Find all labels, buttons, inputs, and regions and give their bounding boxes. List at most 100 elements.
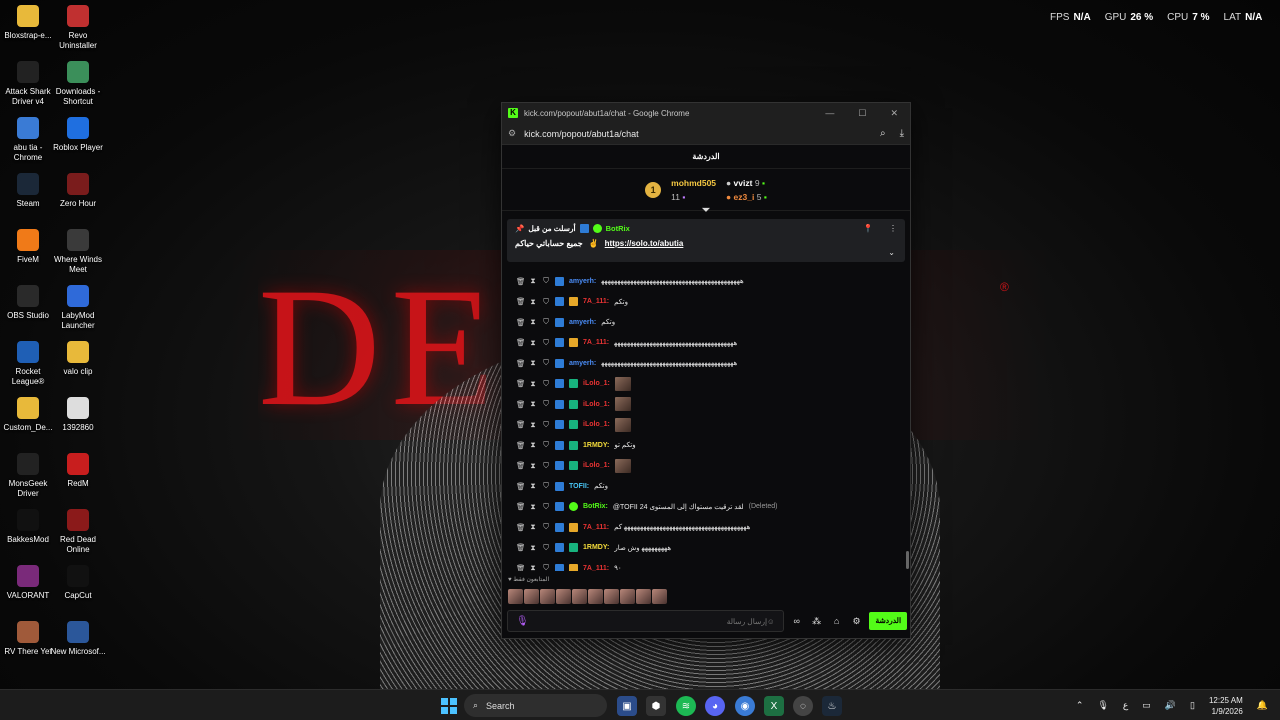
desktop-icon[interactable]: valo clip [50,341,106,377]
avatar[interactable] [636,589,651,604]
chat-message[interactable]: 🗑 ⧗ ⛉ TOFII: وتكم [502,476,906,497]
collapse-filter-icon[interactable]: ⏷ [702,205,710,216]
desktop-icon[interactable]: VALORANT [0,565,56,601]
chat-username[interactable]: 7A_111: [583,524,609,531]
desktop-icon[interactable]: Attack Shark Driver v4 [0,61,56,107]
desktop-icon[interactable]: abu tia - Chrome [0,117,56,163]
chat-username[interactable]: TOFII: [569,483,589,490]
language-indicator[interactable]: ع [1123,700,1128,711]
minimize-icon[interactable]: — [825,108,834,119]
network-icon[interactable]: ▭ [1142,700,1151,711]
chat-message[interactable]: 🗑 ⧗ ⛉ iLolo_1: [502,415,906,436]
leader-third[interactable]: ● ez3_i 5 ▪ [726,192,767,202]
settings-icon[interactable]: ⚙ [850,616,864,627]
chat-message[interactable]: 🗑 ⧗ ⛉ 1RMDY: وتكم تو [502,435,906,456]
desktop-icon[interactable]: MonsGeek Driver [0,453,56,499]
chat-input[interactable]: ☺ إرسال رسالة 🎙 [507,610,784,632]
chat-username[interactable]: amyerh: [569,360,596,367]
chat-username[interactable]: iLolo_1: [583,380,610,387]
desktop-icon[interactable]: Red Dead Online [50,509,106,555]
chat-username[interactable]: 1RMDY: [583,442,609,449]
chat-message[interactable]: 🗑 ⧗ ⛉ amyerh: وتكم [502,312,906,333]
avatar[interactable] [556,589,571,604]
desktop-icon[interactable]: Roblox Player [50,117,106,153]
download-icon[interactable]: ⤓ [900,128,904,139]
chat-scrollbar[interactable] [906,551,909,569]
chat-message[interactable]: 🗑 ⧗ ⛉ amyerh: ﻫﻬﻬﻬﻬﻬﻬﻬﻬﻬﻬﻬﻬﻬﻬﻬﻬﻬﻬﻬﻬﻬﻬﻬﻬﻬﻬﻬﻬﻬ… [502,353,906,374]
emoji-icon[interactable]: ☺ [767,617,775,626]
chat-message[interactable]: 🗑 ⧗ ⛉ amyerh: ﻫﻬﻬﻬﻬﻬﻬﻬﻬﻬﻬﻬﻬﻬﻬﻬﻬﻬﻬﻬﻬﻬﻬﻬﻬﻬﻬﻬﻬﻬ… [502,271,906,292]
unpin-icon[interactable]: 📍 [863,224,873,233]
chat-message[interactable]: 🗑 ⧗ ⛉ BotRix: @TOFII 24 لقد ترقيت مستواك إلى… [502,497,906,518]
desktop-icon[interactable]: Downloads - Shortcut [50,61,106,107]
close-icon[interactable]: ✕ [890,108,898,119]
window-titlebar[interactable]: K kick.com/popout/abut1a/chat - Google C… [502,103,910,123]
send-chat-button[interactable]: الدردشة [869,612,908,630]
share-icon[interactable]: ⁂ [810,616,824,627]
chat-username[interactable]: 1RMDY: [583,544,609,551]
avatar[interactable] [652,589,667,604]
desktop-icon[interactable]: OBS Studio [0,285,56,321]
desktop-icon[interactable]: 1392860 [50,397,106,433]
cube-app-icon[interactable]: ⬢ [646,696,666,716]
pinned-link[interactable]: https://solo.to/abutia [605,239,684,248]
zoom-search-icon[interactable]: ⌕ [880,128,886,139]
windows-start-icon[interactable] [439,696,459,716]
desktop-icon[interactable]: RedM [50,453,106,489]
avatar[interactable] [508,589,523,604]
desktop-icon[interactable]: Revo Uninstaller [50,5,106,51]
desktop-icon[interactable]: CapCut [50,565,106,601]
app-launcher-icon[interactable]: ▣ [617,696,637,716]
avatar[interactable] [588,589,603,604]
chat-username[interactable]: 7A_111: [583,565,609,571]
active-app-icon[interactable]: ◌ [793,696,813,716]
address-bar[interactable]: ⚙ kick.com/popout/abut1a/chat ⌕ ⤓ [502,123,910,145]
chat-message[interactable]: 🗑 ⧗ ⛉ iLolo_1: [502,456,906,477]
chevron-down-icon[interactable]: ⌄ [888,248,895,257]
desktop-icon[interactable]: Zero Hour [50,173,106,209]
microphone-icon[interactable]: 🎙 [516,616,529,627]
chat-message[interactable]: 🗑 ⧗ ⛉ 7A_111: ﻫﻬﻬﻬﻬﻬﻬﻬﻬﻬﻬﻬﻬﻬﻬﻬﻬﻬﻬﻬﻬﻬﻬﻬﻬﻬﻬﻬﻬﻬ… [502,333,906,354]
desktop-icon[interactable]: FiveM [0,229,56,265]
chat-message[interactable]: 🗑 ⧗ ⛉ 7A_111: ﻫﻬﻬﻬﻬﻬﻬﻬﻬﻬﻬﻬﻬﻬﻬﻬﻬﻬﻬﻬﻬﻬﻬﻬﻬﻬﻬﻬﻬﻬ… [502,517,906,538]
avatar[interactable] [620,589,635,604]
microphone-tray-icon[interactable]: 🎙 [1097,700,1108,711]
chat-username[interactable]: amyerh: [569,278,596,285]
desktop-icon[interactable]: Bloxstrap-e... [0,5,56,41]
avatar[interactable] [604,589,619,604]
desktop-icon[interactable]: Where Winds Meet [50,229,106,275]
steam-taskbar-icon[interactable]: ♨ [822,696,842,716]
desktop-icon[interactable]: Custom_De... [0,397,56,433]
chat-message[interactable]: 🗑 ⧗ ⛉ 7A_111: وتكم [502,292,906,313]
leader-second[interactable]: ● vvizt 9 ▪ [726,178,767,188]
chat-message[interactable]: 🗑 ⧗ ⛉ iLolo_1: [502,394,906,415]
battery-icon[interactable]: ▯ [1190,700,1195,711]
url-text[interactable]: kick.com/popout/abut1a/chat [524,129,639,139]
chat-message[interactable]: 🗑 ⧗ ⛉ 7A_111: ٩٠ [502,558,906,571]
desktop-icon[interactable]: New Microsof... [50,621,106,657]
desktop-icon[interactable]: RV There Yet [0,621,56,657]
excel-icon[interactable]: X [764,696,784,716]
pinned-author[interactable]: BotRix [606,224,630,233]
infinity-icon[interactable]: ∞ [790,616,804,626]
desktop-icon[interactable]: Steam [0,173,56,209]
leader-first[interactable]: mohmd505 [671,178,716,188]
chat-username[interactable]: amyerh: [569,319,596,326]
taskbar-search[interactable]: ⌕ Search [464,694,607,717]
avatar[interactable] [540,589,555,604]
chat-username[interactable]: 7A_111: [583,339,609,346]
avatar[interactable] [524,589,539,604]
discord-icon[interactable]: ◕ [705,696,725,716]
chat-username[interactable]: iLolo_1: [583,421,610,428]
maximize-icon[interactable]: ☐ [858,108,866,119]
desktop-icon[interactable]: Rocket League® [0,341,56,387]
chat-username[interactable]: iLolo_1: [583,462,610,469]
avatar[interactable] [572,589,587,604]
chat-username[interactable]: 7A_111: [583,298,609,305]
desktop-icon[interactable]: LabyMod Launcher [50,285,106,331]
more-options-icon[interactable]: ⋮ [889,224,897,233]
desktop-icon[interactable]: BakkesMod [0,509,56,545]
volume-icon[interactable]: 🔊 [1165,700,1176,711]
chat-messages[interactable]: 🗑 ⧗ ⛉ amyerh: ﻫﻬﻬﻬﻬﻬﻬﻬﻬﻬﻬﻬﻬﻬﻬﻬﻬﻬﻬﻬﻬﻬﻬﻬﻬﻬﻬﻬﻬﻬ… [502,271,906,571]
spotify-icon[interactable]: ≋ [676,696,696,716]
